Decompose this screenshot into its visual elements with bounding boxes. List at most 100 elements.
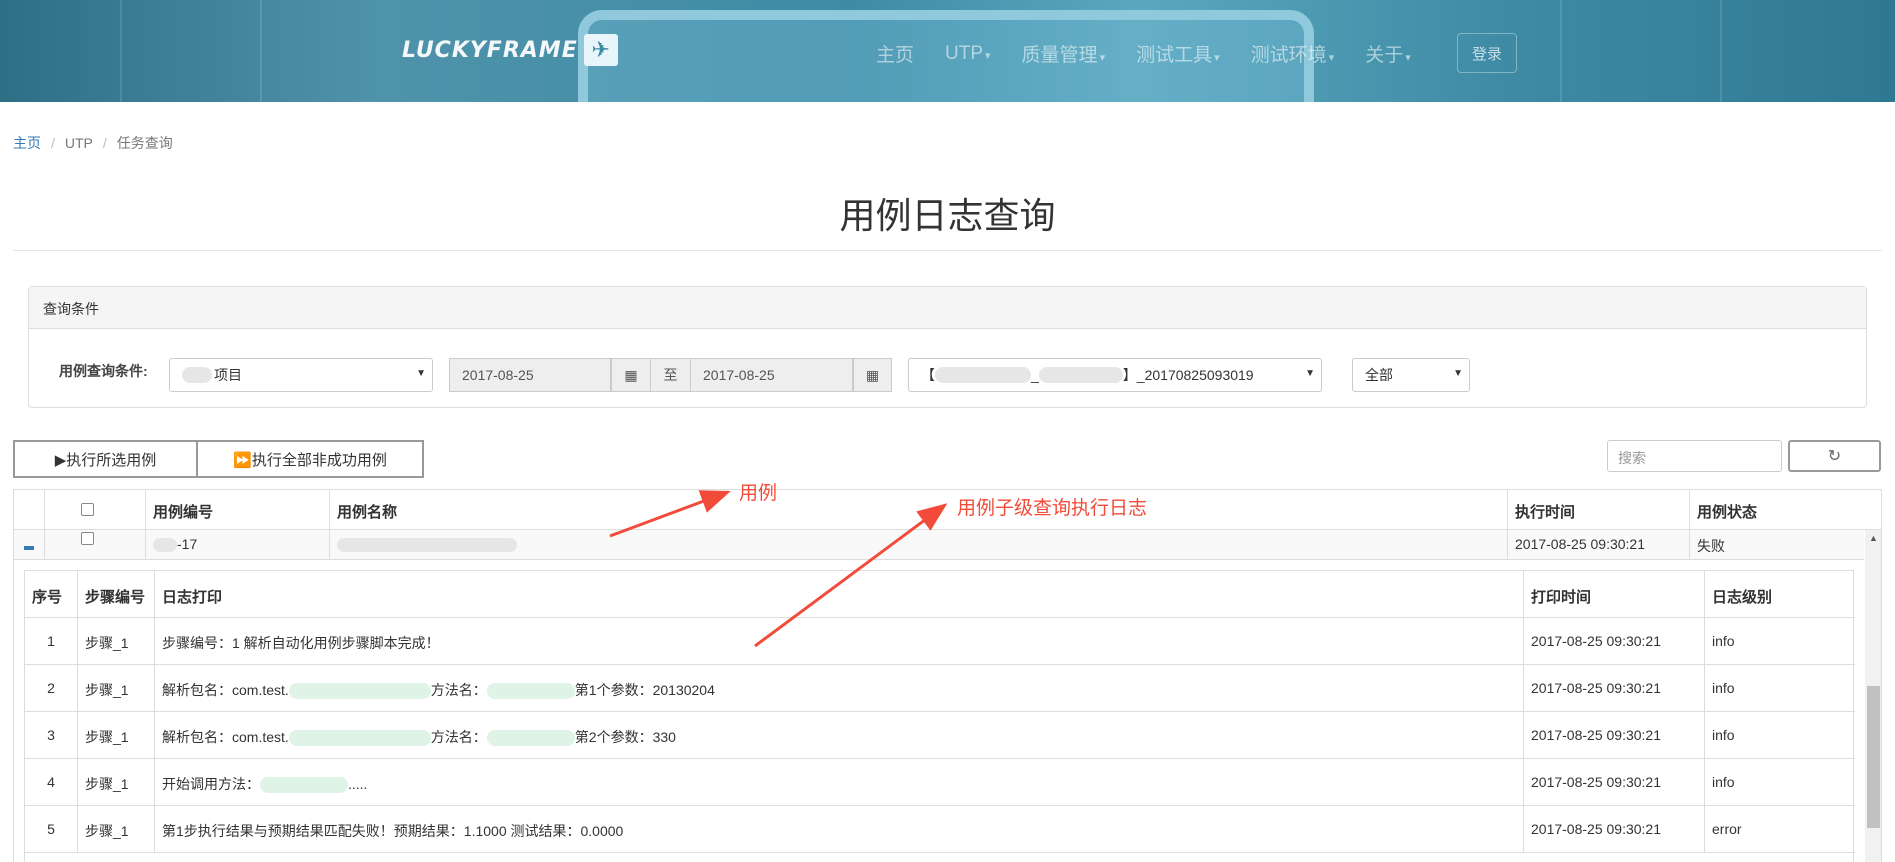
redacted-text	[1038, 367, 1123, 383]
log-row: 5 步骤_1 第1步执行结果与预期结果匹配失败！预期结果：1.1000 测试结果…	[25, 806, 1855, 853]
scrollbar-thumb[interactable]	[1867, 686, 1880, 828]
log-message-text: 第1个参数：20130204	[574, 682, 715, 698]
header-case-status[interactable]: 用例状态	[1690, 490, 1881, 530]
log-subtable: 序号 步骤编号 日志打印 打印时间 日志级别 1 步骤_1 步骤编号：1 解析自…	[24, 570, 1855, 862]
annotation-case: 用例	[739, 483, 778, 504]
breadcrumb-utp[interactable]: UTP	[65, 135, 93, 151]
status-select[interactable]: 全部 ▼	[1352, 358, 1470, 392]
log-message-text: 解析包名：com.test.	[162, 729, 289, 745]
log-no: 5	[25, 806, 78, 853]
log-no: 1	[25, 618, 78, 665]
log-level: info	[1712, 774, 1735, 790]
calendar-icon[interactable]: ▦	[611, 358, 651, 392]
log-message: 步骤编号：1 解析自动化用例步骤脚本完成！	[155, 618, 1524, 665]
log-no: 2	[25, 665, 78, 712]
log-time: 2017-08-25 09:30:21	[1524, 712, 1705, 759]
page-title: 用例日志查询	[839, 195, 1056, 236]
log-header-time: 打印时间	[1524, 571, 1705, 618]
redacted-text	[288, 683, 431, 700]
nav-home[interactable]: 主页	[876, 40, 914, 67]
query-panel-title: 查询条件	[29, 287, 1866, 329]
redacted-text	[288, 730, 431, 747]
nav-tools[interactable]: 测试工具 ▾	[1136, 40, 1220, 67]
nav-env-label: 测试环境	[1250, 45, 1327, 66]
select-all-checkbox[interactable]	[45, 490, 146, 530]
nav-utp-label: UTP	[945, 42, 984, 64]
refresh-button[interactable]: ↻	[1788, 440, 1881, 472]
task-select-mid: _	[1031, 367, 1039, 383]
date-to-input[interactable]: 2017-08-25	[691, 358, 853, 392]
run-failed-button[interactable]: ⏩执行全部非成功用例	[196, 440, 424, 478]
log-time: 2017-08-25 09:30:21	[1524, 618, 1705, 665]
log-step: 步骤_1	[78, 759, 155, 806]
breadcrumb-separator: /	[102, 135, 107, 151]
log-message: 第1步执行结果与预期结果匹配失败！预期结果：1.1000 测试结果：0.0000	[155, 806, 1524, 853]
log-no: 4	[25, 759, 78, 806]
date-from-input[interactable]: 2017-08-25	[449, 358, 611, 392]
redacted-text	[153, 538, 177, 553]
log-row: 1 步骤_1 步骤编号：1 解析自动化用例步骤脚本完成！ 2017-08-25 …	[25, 618, 1855, 665]
log-row: 4 步骤_1 开始调用方法：..... 2017-08-25 09:30:21 …	[25, 759, 1855, 806]
log-message-text: 开始调用方法：	[162, 776, 260, 792]
nav-env[interactable]: 测试环境 ▾	[1251, 40, 1335, 67]
log-message-text: 解析包名：com.test.	[162, 682, 289, 698]
search-input[interactable]: 搜索	[1607, 440, 1782, 472]
log-no: 3	[25, 712, 78, 759]
table-row[interactable]: -17 2017-08-25 09:30:21 失败	[14, 530, 1864, 560]
redacted-text	[337, 538, 517, 553]
log-time: 2017-08-25 09:30:21	[1524, 759, 1705, 806]
log-message-text: 第2个参数：330	[574, 729, 676, 745]
logo[interactable]: LUCKYFRAME ✈	[402, 34, 618, 66]
log-message-text: 第1步执行结果与预期结果匹配失败！预期结果：1.1000 测试结果：0.0000	[162, 823, 624, 839]
date-range: 2017-08-25 ▦ 至 2017-08-25 ▦	[449, 358, 892, 392]
date-range-separator: 至	[651, 358, 691, 392]
log-row: 2 步骤_1 解析包名：com.test. 方法名： 第1个参数：20130204 …	[25, 665, 1855, 712]
login-button[interactable]: 登录	[1457, 33, 1517, 73]
table-scrollbar[interactable]: ▲	[1865, 530, 1881, 862]
calendar-icon[interactable]: ▦	[853, 358, 892, 392]
breadcrumb: 主页 / UTP / 任务查询	[13, 133, 173, 153]
log-time: 2017-08-25 09:30:21	[1524, 806, 1705, 853]
query-label: 用例查询条件:	[59, 363, 148, 379]
log-level: info	[1712, 680, 1735, 696]
nav-utp[interactable]: UTP ▾	[945, 43, 991, 65]
dropdown-arrow-icon: ▼	[1305, 368, 1315, 379]
status-select-value: 全部	[1365, 367, 1393, 383]
log-message-text: 方法名：	[430, 682, 487, 698]
query-panel: 查询条件 用例查询条件: 项目 ▼ 2017-08-25 ▦ 至 2017-08…	[28, 286, 1867, 408]
caret-down-icon: ▾	[985, 49, 991, 62]
run-selected-button[interactable]: ▶执行所选用例	[13, 440, 198, 478]
redacted-text	[935, 367, 1031, 383]
nav-about-label: 关于	[1365, 45, 1404, 66]
caret-down-icon: ▾	[1405, 52, 1411, 64]
bird-logo-icon: ✈	[583, 34, 618, 66]
log-step: 步骤_1	[78, 712, 155, 759]
scroll-up-icon[interactable]: ▲	[1865, 530, 1881, 547]
task-select[interactable]: 【 _ 】_20170825093019 ▼	[908, 358, 1322, 392]
project-select-value: 项目	[214, 367, 242, 383]
row-checkbox[interactable]	[45, 530, 146, 560]
nav-about[interactable]: 关于 ▾	[1365, 40, 1411, 67]
breadcrumb-home[interactable]: 主页	[13, 133, 41, 153]
log-header-message: 日志打印	[155, 571, 1524, 618]
log-level: info	[1712, 633, 1735, 649]
redacted-text	[260, 777, 348, 794]
case-table: 用例编号 用例名称 执行时间 用例状态 -17 2017-08-25 09:30…	[13, 489, 1882, 862]
minus-icon	[24, 546, 34, 550]
log-message-text: 方法名：	[430, 729, 487, 745]
logo-text: LUCKYFRAME	[402, 37, 578, 63]
nav-quality[interactable]: 质量管理 ▾	[1022, 40, 1106, 67]
exec-time-cell: 2017-08-25 09:30:21	[1508, 530, 1690, 560]
nav-quality-label: 质量管理	[1021, 45, 1098, 66]
caret-down-icon: ▾	[1099, 52, 1106, 64]
log-step: 步骤_1	[78, 806, 155, 853]
top-banner: LUCKYFRAME ✈ 主页 UTP ▾ 质量管理 ▾ 测试工具 ▾ 测试环境 ▾ 关…	[0, 0, 1895, 102]
log-level: info	[1712, 727, 1735, 743]
header-exec-time[interactable]: 执行时间	[1508, 490, 1690, 530]
breadcrumb-current: 任务查询	[116, 135, 173, 151]
banner-texture	[1720, 0, 1722, 102]
project-select[interactable]: 项目 ▼	[169, 358, 433, 392]
collapse-button[interactable]	[14, 530, 45, 560]
header-case-id[interactable]: 用例编号	[146, 490, 330, 530]
header-case-name[interactable]: 用例名称	[330, 490, 1508, 530]
